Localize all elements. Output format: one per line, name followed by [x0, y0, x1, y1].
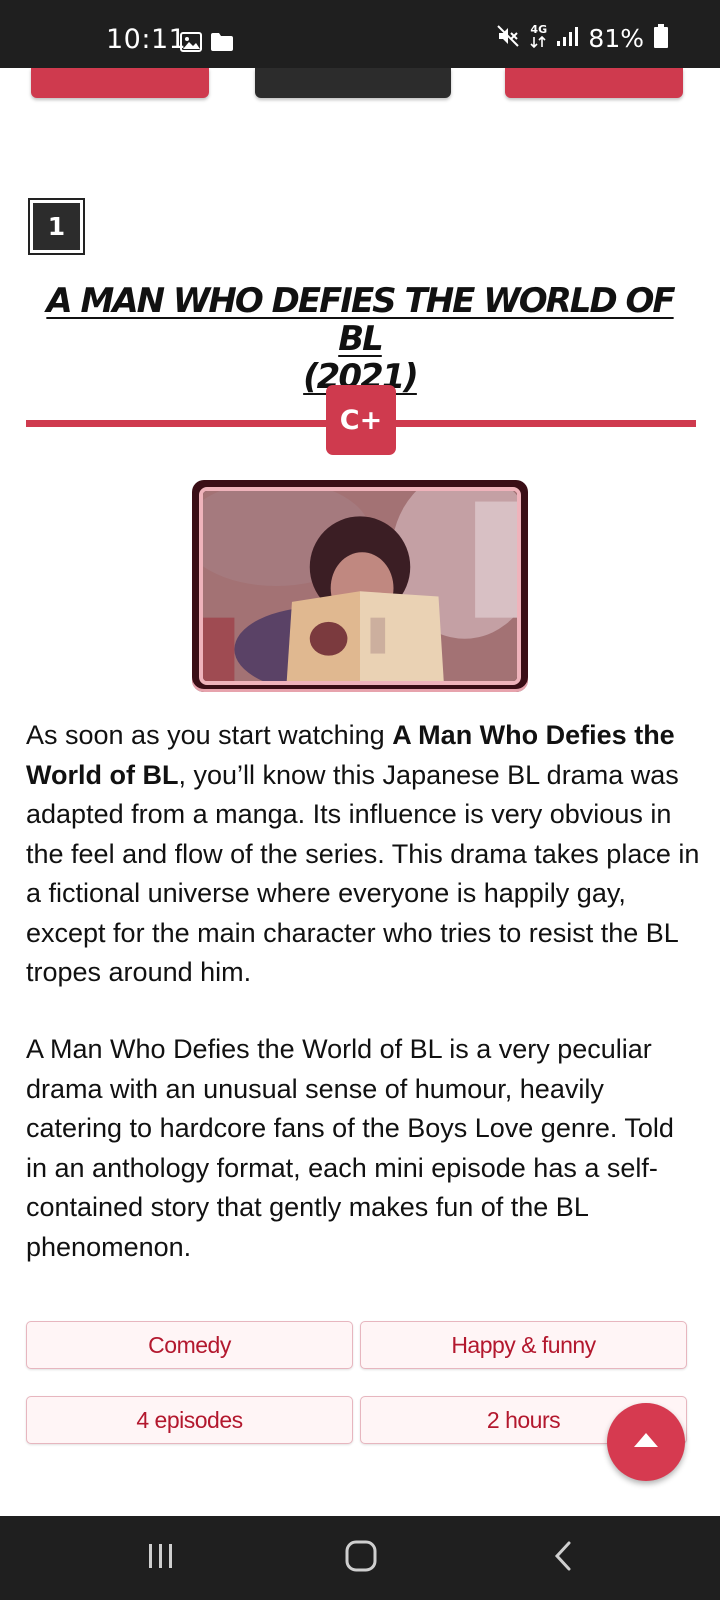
rank-badge: 1	[28, 198, 85, 255]
status-notification-icons	[180, 32, 234, 57]
top-middle-button[interactable]	[255, 68, 451, 98]
grade-badge: C+	[326, 385, 396, 455]
data-arrows-icon: 4G	[530, 22, 548, 53]
battery-percent: 81%	[588, 24, 644, 53]
folder-icon	[210, 32, 234, 57]
drama-still-picture	[203, 491, 517, 681]
network-type: 4G	[530, 22, 548, 36]
recent-apps-icon	[146, 1541, 176, 1576]
paragraph-1-text-end: , you’ll know this Japanese BL drama was…	[26, 759, 700, 988]
entry-title-link[interactable]: A MAN WHO DEFIES THE WORLD OF BL (2021)	[40, 282, 680, 396]
drama-still-image	[192, 480, 528, 692]
tag-episodes[interactable]: 4 episodes	[26, 1396, 353, 1444]
paragraph-1-text-start: As soon as you start watching	[26, 720, 393, 750]
mute-icon	[496, 24, 520, 53]
tag-genre[interactable]: Comedy	[26, 1321, 353, 1369]
page-content: 1 A MAN WHO DEFIES THE WORLD OF BL (2021…	[0, 68, 720, 1516]
gallery-icon	[180, 32, 202, 57]
status-system-icons: 4G 81%	[496, 24, 668, 53]
tag-mood[interactable]: Happy & funny	[360, 1321, 687, 1369]
recent-apps-button[interactable]	[131, 1538, 191, 1578]
system-navigation-bar	[0, 1516, 720, 1600]
rank-number: 1	[33, 203, 80, 250]
battery-icon	[654, 24, 668, 53]
image-border	[199, 487, 521, 685]
top-right-button[interactable]	[505, 68, 683, 98]
entry-title: A MAN WHO DEFIES THE WORLD OF BL	[46, 281, 675, 359]
status-time: 10:11	[106, 24, 187, 55]
description-paragraph-1: As soon as you start watching A Man Who …	[26, 716, 700, 993]
home-button[interactable]	[331, 1538, 391, 1578]
chevron-left-icon	[551, 1540, 575, 1577]
status-bar: 10:11 4G 81%	[0, 0, 720, 68]
description-paragraph-2: A Man Who Defies the World of BL is a ve…	[26, 1034, 674, 1262]
top-left-button[interactable]	[31, 68, 209, 98]
scroll-to-top-button[interactable]	[607, 1403, 685, 1481]
signal-icon	[556, 25, 579, 52]
back-button[interactable]	[533, 1538, 593, 1578]
home-icon	[344, 1539, 378, 1578]
arrow-up-icon	[633, 1432, 659, 1453]
